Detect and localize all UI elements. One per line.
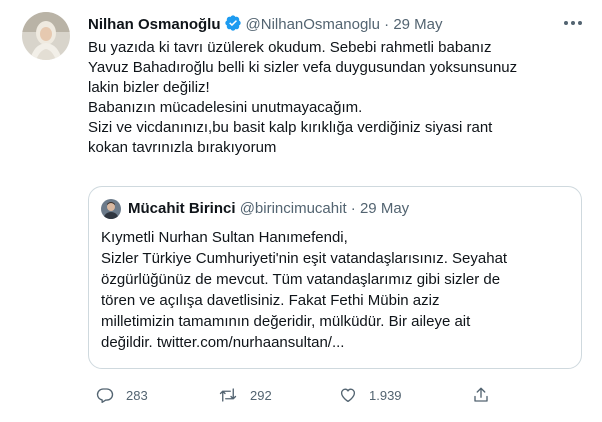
tweet-text-line: lakin bizler değiliz! [88, 79, 210, 96]
heart-icon [339, 386, 357, 404]
reply-count: 283 [126, 387, 148, 403]
quoted-text-line: özgürlüğünüz de mevcut. Tüm vatandaşları… [101, 271, 501, 288]
tweet-text: Bu yazıda ki tavrı üzülerek okudum. Sebe… [88, 38, 588, 158]
share-button[interactable] [472, 384, 490, 406]
quoted-author-avatar[interactable] [101, 199, 121, 219]
quoted-tweet-date[interactable]: 29 May [360, 200, 409, 217]
quoted-text-line: değildir. twitter.com/nurhaansultan/... [101, 334, 345, 351]
retweet-icon [218, 386, 238, 404]
tweet-date[interactable]: 29 May [393, 16, 442, 33]
tweet-text-line: Yavuz Bahadıroğlu belli ki sizler vefa d… [88, 59, 518, 76]
author-handle[interactable]: @NilhanOsmanoglu [246, 16, 380, 33]
header-separator: · [384, 16, 390, 33]
retweet-count: 292 [250, 387, 272, 403]
reply-button[interactable]: 283 [96, 384, 148, 406]
author-name[interactable]: Nilhan Osmanoğlu [88, 16, 221, 33]
verified-badge-icon [224, 14, 242, 38]
tweet[interactable]: Nilhan Osmanoğlu @NilhanOsmanoglu · 29 Ma… [0, 0, 602, 422]
tweet-text-line: Bu yazıda ki tavrı üzülerek okudum. Sebe… [88, 39, 492, 56]
like-button[interactable]: 1.939 [339, 384, 402, 406]
quoted-tweet[interactable]: Mücahit Birinci @birincimucahit · 29 May… [88, 186, 582, 369]
quoted-text-line: tören ve açılışa davetlisiniz. Fakat Fet… [101, 292, 440, 309]
quoted-tweet-text: Kıymetli Nurhan Sultan Hanımefendi, Sizl… [101, 227, 571, 353]
retweet-button[interactable]: 292 [218, 384, 272, 406]
tweet-text-line: kokan tavrınızla bırakıyorum [88, 139, 277, 156]
more-options-icon[interactable] [560, 12, 586, 34]
like-count: 1.939 [369, 387, 402, 403]
author-avatar[interactable] [22, 12, 70, 60]
quoted-author-handle[interactable]: @birincimucahit [240, 200, 347, 217]
quoted-header-separator: · [350, 200, 356, 217]
quoted-text-line: milletimizin tamamının değeridir, mülküd… [101, 313, 471, 330]
share-icon [472, 386, 490, 404]
tweet-text-line: Babanızın mücadelesini unutmayacağım. [88, 99, 363, 116]
tweet-header: Nilhan Osmanoğlu @NilhanOsmanoglu · 29 Ma… [88, 14, 443, 38]
quoted-text-line: Sizler Türkiye Cumhuriyeti'nin eşit vata… [101, 250, 508, 267]
quoted-text-line: Kıymetli Nurhan Sultan Hanımefendi, [101, 229, 348, 246]
tweet-text-line: Sizi ve vicdanınızı,bu basit kalp kırıkl… [88, 119, 493, 136]
quoted-author-name[interactable]: Mücahit Birinci [128, 200, 236, 217]
quoted-tweet-header: Mücahit Birinci @birincimucahit · 29 May [128, 199, 409, 219]
reply-icon [96, 386, 114, 404]
